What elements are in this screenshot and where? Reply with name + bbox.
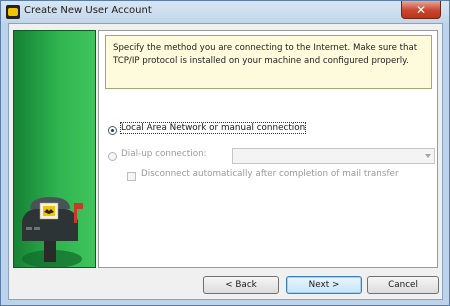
- cancel-button[interactable]: Cancel: [367, 276, 439, 294]
- mailbox-with-bat-letter-icon: [22, 197, 83, 267]
- wizard-side-image: [13, 30, 96, 268]
- dialup-radio[interactable]: [108, 152, 117, 161]
- dialup-label[interactable]: Dial-up connection:: [121, 149, 207, 159]
- next-button[interactable]: Next >: [286, 276, 362, 294]
- lan-label[interactable]: Local Area Network or manual connection: [119, 122, 307, 134]
- dialog-body: Specify the method you are connecting to…: [8, 23, 443, 300]
- wizard-content: Specify the method you are connecting to…: [98, 30, 438, 268]
- chevron-down-icon: [425, 154, 431, 158]
- lan-radio[interactable]: [108, 126, 117, 135]
- window-title: Create New User Account: [24, 5, 152, 16]
- disconnect-checkbox[interactable]: [127, 172, 136, 181]
- disconnect-label[interactable]: Disconnect automatically after completio…: [141, 169, 399, 179]
- dialup-connection-select[interactable]: [232, 148, 435, 164]
- info-text: Specify the method you are connecting to…: [113, 43, 418, 66]
- info-box: Specify the method you are connecting to…: [105, 35, 432, 89]
- close-button[interactable]: ✕: [401, 1, 441, 19]
- bat-app-icon: [6, 5, 20, 19]
- title-bar: Create New User Account ✕: [1, 1, 449, 23]
- back-button[interactable]: < Back: [203, 276, 279, 294]
- dialog-window: Create New User Account ✕ Specify the me…: [0, 0, 450, 306]
